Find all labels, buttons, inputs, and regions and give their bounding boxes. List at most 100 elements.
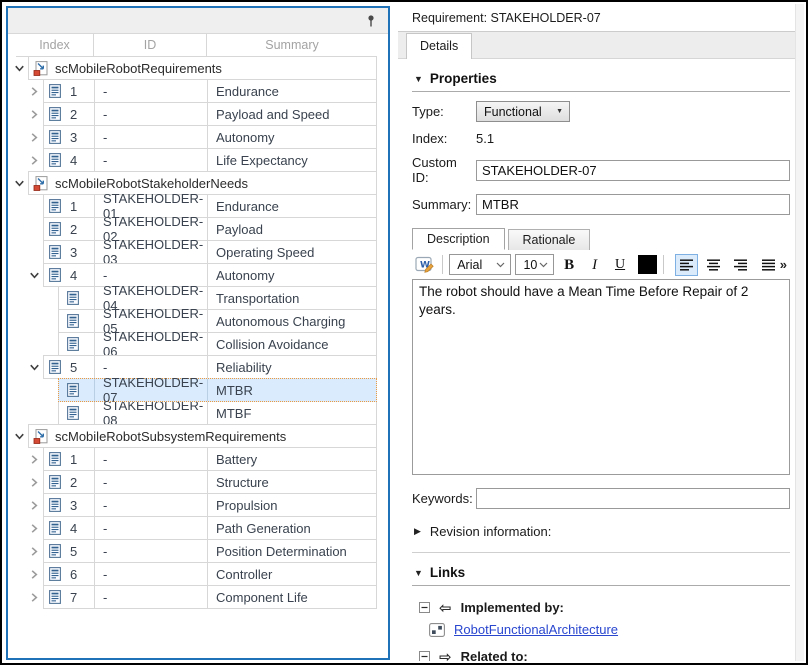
requirement-doc-icon xyxy=(49,498,61,512)
summary-cell: Endurance xyxy=(208,195,376,217)
summary-cell: Reliability xyxy=(208,356,376,378)
chevron-right-icon[interactable] xyxy=(28,568,41,581)
summary-cell: Autonomy xyxy=(208,264,376,286)
expand-triangle-icon: ▶ xyxy=(414,526,421,537)
italic-button[interactable]: I xyxy=(584,254,605,276)
index-value: 1 xyxy=(70,452,77,467)
table-row[interactable]: 3-Autonomy xyxy=(8,126,388,149)
table-row[interactable]: 4-Life Expectancy xyxy=(8,149,388,172)
index-cell xyxy=(59,379,95,401)
chevron-right-icon[interactable] xyxy=(28,85,41,98)
table-row[interactable]: 6-Controller xyxy=(8,563,388,586)
font-color-swatch[interactable] xyxy=(638,255,658,274)
align-left-icon[interactable] xyxy=(675,254,698,276)
chevron-down-icon[interactable] xyxy=(13,177,26,190)
collapse-box-icon[interactable] xyxy=(419,651,430,661)
align-center-icon[interactable] xyxy=(703,254,725,276)
index-value: 7 xyxy=(70,590,77,605)
font-family-select[interactable]: Arial xyxy=(449,254,511,275)
requirement-doc-icon xyxy=(49,268,61,282)
index-cell: 1 xyxy=(44,195,95,217)
table-row[interactable]: 2-Structure xyxy=(8,471,388,494)
index-value: 2 xyxy=(70,222,77,237)
table-row[interactable]: 3STAKEHOLDER-03Operating Speed xyxy=(8,241,388,264)
collapse-box-icon[interactable] xyxy=(419,602,430,613)
align-right-icon[interactable] xyxy=(730,254,752,276)
type-dropdown[interactable]: Functional ▼ xyxy=(476,101,570,122)
id-cell: - xyxy=(95,586,208,608)
tab-details[interactable]: Details xyxy=(406,33,472,59)
toolbar-overflow-button[interactable]: » xyxy=(780,257,787,272)
index-value: 3 xyxy=(70,245,77,260)
custom-id-field[interactable] xyxy=(476,160,790,181)
chevron-right-icon[interactable] xyxy=(28,522,41,535)
table-row[interactable]: 2-Payload and Speed xyxy=(8,103,388,126)
table-row[interactable]: STAKEHOLDER-08MTBF xyxy=(8,402,388,425)
summary-field[interactable] xyxy=(476,194,790,215)
keywords-field[interactable] xyxy=(476,488,790,509)
font-size-select[interactable]: 10 xyxy=(515,254,554,275)
tree-row-set[interactable]: scMobileRobotSubsystemRequirements xyxy=(8,425,388,448)
tab-description[interactable]: Description xyxy=(412,228,505,250)
table-row[interactable]: 4-Path Generation xyxy=(8,517,388,540)
revision-information-expander[interactable]: ▶ Revision information: xyxy=(412,524,790,539)
index-value: 4 xyxy=(70,268,77,283)
column-header-id[interactable]: ID xyxy=(94,34,207,56)
summary-cell: Component Life xyxy=(208,586,376,608)
table-row[interactable]: STAKEHOLDER-06Collision Avoidance xyxy=(8,333,388,356)
link-group-header[interactable]: ⇨Related to: xyxy=(412,649,790,661)
chevron-right-icon[interactable] xyxy=(28,545,41,558)
chevron-right-icon[interactable] xyxy=(28,154,41,167)
summary-cell: Payload xyxy=(208,218,376,240)
chevron-right-icon[interactable] xyxy=(28,108,41,121)
vertical-scrollbar[interactable] xyxy=(795,4,804,661)
chevron-right-icon[interactable] xyxy=(28,453,41,466)
chevron-right-icon[interactable] xyxy=(28,131,41,144)
table-row[interactable]: 3-Propulsion xyxy=(8,494,388,517)
justify-icon[interactable] xyxy=(757,254,779,276)
pin-icon[interactable] xyxy=(363,13,379,29)
table-row[interactable]: 7 -Component Life xyxy=(8,586,388,609)
table-row[interactable]: STAKEHOLDER-07MTBR xyxy=(8,379,388,402)
links-section-header[interactable]: ▼ Links xyxy=(412,560,790,586)
tree-row-set[interactable]: scMobileRobotRequirements xyxy=(8,57,388,80)
index-value: 5 xyxy=(70,544,77,559)
column-header-index[interactable]: Index xyxy=(16,34,94,56)
index-cell: 5 xyxy=(44,356,95,378)
tab-rationale[interactable]: Rationale xyxy=(508,229,591,250)
summary-cell: Battery xyxy=(208,448,376,470)
chevron-down-icon[interactable] xyxy=(28,269,41,282)
underline-button[interactable]: U xyxy=(609,254,630,276)
index-cell xyxy=(59,402,95,424)
table-row[interactable]: 1-Endurance xyxy=(8,80,388,103)
link-group-header[interactable]: ⇦Implemented by: xyxy=(412,600,790,615)
custom-id-label: Custom ID: xyxy=(412,155,476,185)
id-cell: - xyxy=(95,540,208,562)
requirement-link[interactable]: RobotFunctionalArchitecture xyxy=(454,622,618,637)
index-label: Index: xyxy=(412,131,476,146)
id-cell: STAKEHOLDER-06 xyxy=(95,333,208,355)
requirement-doc-icon xyxy=(67,314,79,328)
index-value: 3 xyxy=(70,130,77,145)
properties-section-header[interactable]: ▼ Properties xyxy=(412,66,790,92)
requirements-browser-panel: Index ID Summary scMobileRobotRequiremen… xyxy=(6,6,390,660)
chevron-right-icon[interactable] xyxy=(28,591,41,604)
summary-cell: Path Generation xyxy=(208,517,376,539)
bold-button[interactable]: B xyxy=(558,254,579,276)
chevron-right-icon[interactable] xyxy=(28,476,41,489)
chevron-down-icon[interactable] xyxy=(13,62,26,75)
chevron-down-icon[interactable] xyxy=(28,361,41,374)
chevron-right-icon[interactable] xyxy=(28,499,41,512)
keywords-label: Keywords: xyxy=(412,491,476,506)
description-text-area[interactable]: The robot should have a Mean Time Before… xyxy=(412,279,790,475)
model-block-icon xyxy=(429,623,445,637)
table-row[interactable]: 5-Position Determination xyxy=(8,540,388,563)
table-row[interactable]: 1-Battery xyxy=(8,448,388,471)
chevron-down-icon[interactable] xyxy=(13,430,26,443)
requirement-set-name: scMobileRobotRequirements xyxy=(55,61,222,76)
index-cell xyxy=(59,333,95,355)
word-edit-icon[interactable]: W xyxy=(414,254,436,276)
toolbar-separator xyxy=(663,255,664,274)
column-header-summary[interactable]: Summary xyxy=(207,34,377,56)
requirement-set-name: scMobileRobotSubsystemRequirements xyxy=(55,429,286,444)
